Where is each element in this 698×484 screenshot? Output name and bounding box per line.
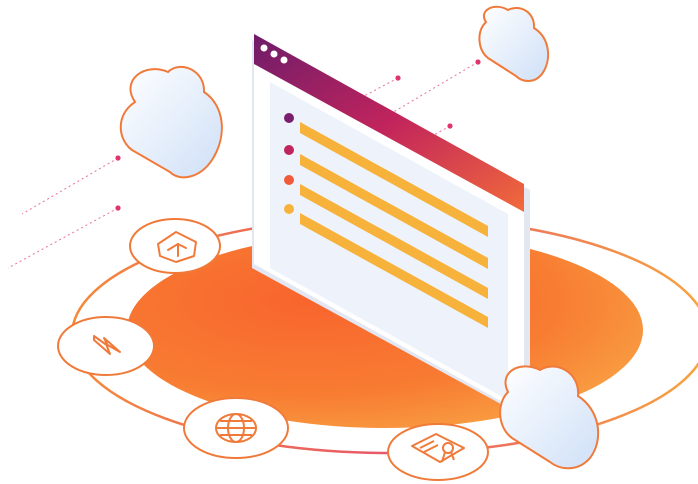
list-bullet: [284, 113, 294, 123]
window-control-dot: [280, 56, 288, 64]
list-bullet: [284, 204, 294, 214]
window-control-dot: [260, 44, 268, 52]
badge-globe: [183, 397, 289, 459]
list-bullet: [284, 145, 294, 155]
list-bullet: [284, 175, 294, 185]
cloud-left: [119, 65, 223, 179]
cloud-top-right: [478, 5, 550, 82]
window-control-dot: [270, 50, 278, 58]
badge-certificate: [387, 423, 489, 481]
badge-home-shield: [129, 218, 221, 274]
illustration-canvas: [7, 5, 698, 481]
badge-lightning: [57, 316, 155, 376]
